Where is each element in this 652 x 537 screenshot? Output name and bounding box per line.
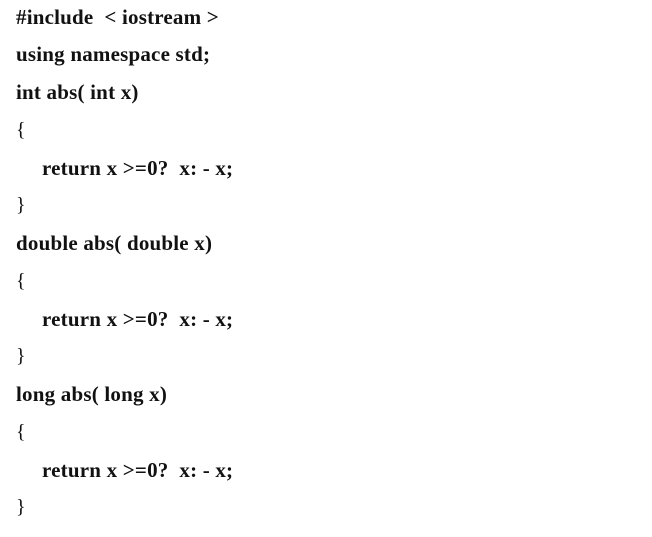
open-brace: { <box>16 270 26 292</box>
close-brace: } <box>16 194 26 216</box>
close-brace: } <box>16 496 26 518</box>
open-brace: { <box>16 119 26 141</box>
using-namespace-line: using namespace std; <box>16 42 211 66</box>
open-brace: { <box>16 421 26 443</box>
close-brace: } <box>16 345 26 367</box>
return-statement: return x >=0? x: - x; <box>42 307 234 331</box>
long-abs-signature: long abs( long x) <box>16 382 168 406</box>
code-listing: #include < iostream > using namespace st… <box>0 0 652 537</box>
include-line: #include < iostream > <box>16 5 219 29</box>
return-statement: return x >=0? x: - x; <box>42 156 234 180</box>
double-abs-signature: double abs( double x) <box>16 231 213 255</box>
return-statement: return x >=0? x: - x; <box>42 458 234 482</box>
int-abs-signature: int abs( int x) <box>16 80 139 104</box>
